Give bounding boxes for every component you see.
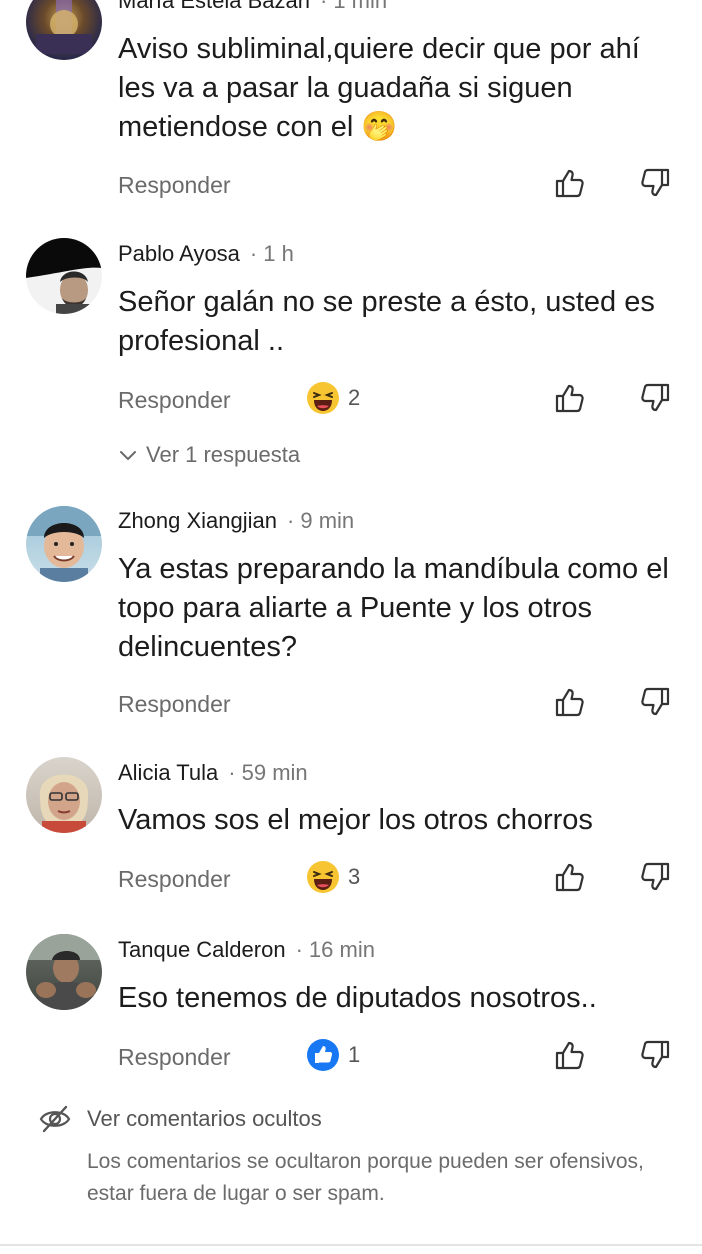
comment-text: Aviso subliminal,quiere decir que por ah… [118,33,640,143]
reaction-summary[interactable]: 2 [306,381,360,415]
thumbs-down-icon[interactable] [638,381,672,415]
timestamp: 59 min [241,760,308,785]
thumbs-down-icon[interactable] [638,166,672,200]
avatar[interactable] [26,238,102,314]
haha-emoji-icon [307,382,339,414]
hidden-comments-description: Los comentarios se ocultaron porque pued… [87,1150,644,1205]
author-name[interactable]: Tanque Calderon [118,937,286,962]
reaction-count: 3 [348,864,361,889]
eye-slash-icon [39,1105,71,1133]
avatar[interactable] [26,934,102,1010]
comment-meta: Pablo Ayosa · 1 h [118,241,294,267]
comment-text: Eso tenemos de diputados nosotros.. [118,982,597,1014]
author-name[interactable]: Zhong Xiangjian [118,508,277,533]
comment-meta: Alicia Tula · 59 min [118,760,308,786]
thumbs-up-icon[interactable] [553,166,587,200]
like-reaction-icon [307,1039,339,1071]
view-replies-label: Ver 1 respuesta [146,442,301,467]
avatar[interactable] [26,0,102,60]
comment-actions: Responder [0,166,702,206]
timestamp: 1 min [333,0,388,13]
author-name[interactable]: Pablo Ayosa [118,241,240,266]
dot-separator: · [287,508,295,533]
author-name[interactable]: María Estela Bazán [118,0,310,13]
view-replies-link[interactable]: Ver 1 respuesta [118,442,300,468]
thumbs-up-icon[interactable] [553,685,587,719]
thumbs-down-icon[interactable] [638,860,672,894]
view-hidden-comments-link[interactable]: Ver comentarios ocultos [87,1106,322,1132]
thumbs-up-icon[interactable] [553,381,587,415]
avatar[interactable] [26,757,102,833]
comment-text: Señor galán no se preste a ésto, usted e… [118,286,655,357]
comment-text: Ya estas preparando la mandíbula como el… [118,553,669,663]
thumbs-down-icon[interactable] [638,685,672,719]
comment-meta: Tanque Calderon · 16 min [118,937,375,963]
reaction-summary[interactable]: 1 [306,1038,360,1072]
timestamp: 16 min [308,937,375,962]
reply-button[interactable]: Responder [118,866,231,893]
timestamp: 9 min [300,508,355,533]
comment-actions: Responder [0,685,702,725]
haha-emoji-icon [307,861,339,893]
comment-actions: Responder 3 [0,860,702,900]
author-name[interactable]: Alicia Tula [118,760,218,785]
avatar[interactable] [26,506,102,582]
timestamp: 1 h [263,241,294,266]
thumbs-down-icon[interactable] [638,1038,672,1072]
reply-button[interactable]: Responder [118,1044,231,1071]
reply-button[interactable]: Responder [118,172,231,199]
reaction-count: 2 [348,385,361,410]
dot-separator: · [249,241,258,266]
reply-button[interactable]: Responder [118,387,231,414]
comment-meta: María Estela Bazán · 1 min [118,0,387,14]
comment-text: Vamos sos el mejor los otros chorros [118,804,593,836]
chevron-down-icon [120,451,136,460]
reaction-summary[interactable]: 3 [306,860,360,894]
thumbs-up-icon[interactable] [553,1038,587,1072]
reply-button[interactable]: Responder [118,691,231,718]
divider [0,1244,702,1246]
comment-actions: Responder 1 [0,1038,702,1078]
comment-meta: Zhong Xiangjian · 9 min [118,508,354,534]
dot-separator: · [319,0,328,13]
reaction-count: 1 [348,1042,361,1067]
dot-separator: · [228,760,236,785]
dot-separator: · [295,937,303,962]
thumbs-up-icon[interactable] [553,860,587,894]
comment-actions: Responder 2 [0,381,702,421]
